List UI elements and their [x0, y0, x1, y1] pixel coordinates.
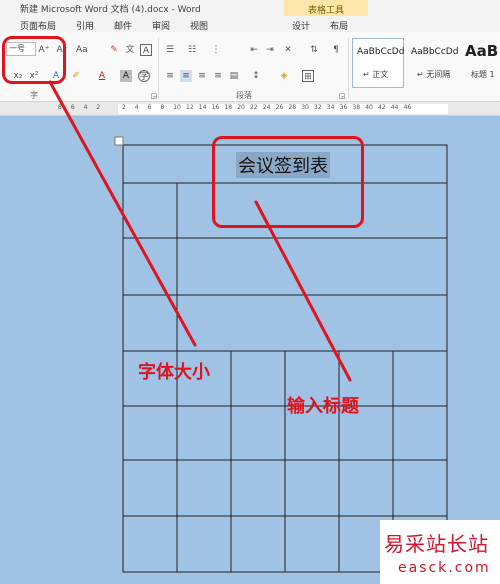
watermark-text: 易采站长站 [384, 532, 489, 556]
site-watermark: 易采站长站 easck.com [380, 520, 500, 584]
input-title-annotation: 输入标题 [287, 396, 359, 417]
title-highlight-box [212, 136, 364, 228]
table-lines [48, 80, 448, 573]
watermark-url: easck.com [398, 560, 491, 576]
font-size-annotation: 字体大小 [138, 362, 210, 383]
font-size-highlight-box [2, 36, 66, 84]
annotation-arrow [254, 200, 352, 382]
table-move-handle-icon[interactable] [114, 136, 124, 146]
